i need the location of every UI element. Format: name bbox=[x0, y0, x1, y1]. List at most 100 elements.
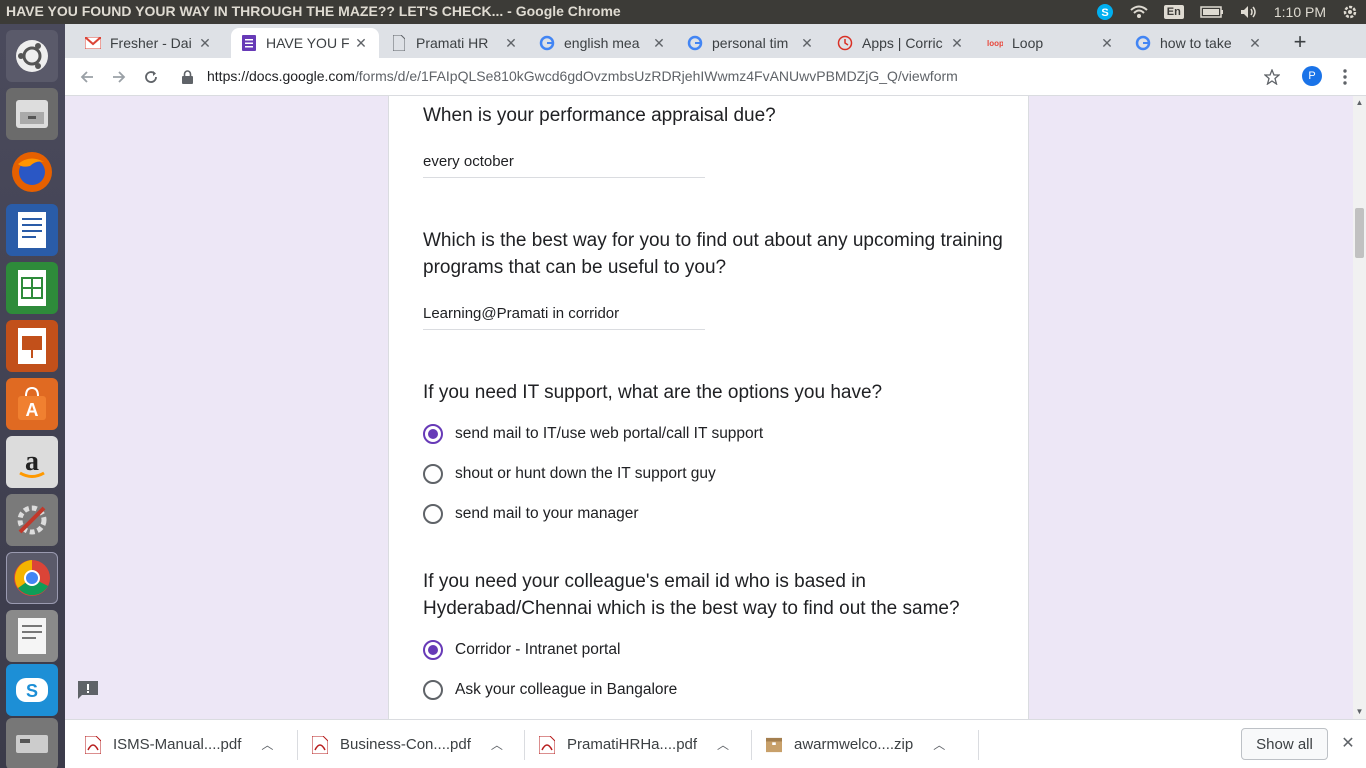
option-label: send mail to your manager bbox=[455, 505, 639, 522]
close-icon[interactable]: ✕ bbox=[503, 35, 519, 52]
reload-button[interactable] bbox=[139, 65, 163, 89]
tab-have-you-found[interactable]: HAVE YOU F ✕ bbox=[231, 28, 379, 58]
bookmark-star-icon[interactable] bbox=[1260, 65, 1284, 89]
menu-icon[interactable] bbox=[1333, 65, 1357, 89]
svg-text:S: S bbox=[1101, 7, 1108, 19]
close-icon[interactable]: ✕ bbox=[197, 35, 213, 52]
chevron-up-icon[interactable]: ︿ bbox=[491, 736, 503, 753]
calc-icon[interactable] bbox=[6, 262, 58, 314]
launcher: A a S bbox=[0, 24, 65, 768]
svg-text:A: A bbox=[26, 400, 39, 420]
tab-title: Fresher - Dai bbox=[110, 35, 192, 51]
new-tab-button[interactable]: + bbox=[1287, 30, 1313, 56]
download-item[interactable]: ISMS-Manual....pdf ︿ bbox=[85, 720, 273, 768]
close-icon[interactable]: ✕ bbox=[949, 35, 965, 52]
clock[interactable]: 1:10 PM bbox=[1274, 4, 1326, 20]
lock-icon[interactable] bbox=[179, 65, 195, 89]
chevron-up-icon[interactable]: ︿ bbox=[261, 736, 273, 753]
close-icon[interactable]: ✕ bbox=[1247, 35, 1263, 52]
close-icon[interactable]: ✕ bbox=[1338, 733, 1358, 753]
tab-how-to-take[interactable]: how to take ✕ bbox=[1125, 28, 1273, 58]
writer-icon[interactable] bbox=[6, 204, 58, 256]
question-title: When is your performance appraisal due? bbox=[423, 105, 776, 126]
scroll-up-arrow[interactable]: ▲ bbox=[1353, 98, 1366, 108]
chrome-icon[interactable] bbox=[6, 552, 58, 604]
files-icon[interactable] bbox=[6, 88, 58, 140]
download-item[interactable]: Business-Con....pdf ︿ bbox=[312, 720, 503, 768]
chevron-up-icon[interactable]: ︿ bbox=[717, 736, 729, 753]
tab-loop[interactable]: loop Loop ✕ bbox=[977, 28, 1125, 58]
wifi-icon[interactable] bbox=[1130, 5, 1148, 19]
radio-button-selected[interactable] bbox=[423, 424, 443, 444]
form-card: When is your performance appraisal due? … bbox=[388, 96, 1029, 719]
divider bbox=[524, 730, 525, 760]
google-icon bbox=[539, 35, 555, 51]
download-item[interactable]: PramatiHRHa....pdf ︿ bbox=[539, 720, 729, 768]
apps-icon bbox=[837, 35, 853, 51]
firefox-icon[interactable] bbox=[6, 146, 58, 198]
doc-icon bbox=[391, 35, 407, 51]
close-icon[interactable]: ✕ bbox=[353, 35, 369, 52]
url-host: https://docs.google.com bbox=[207, 68, 355, 84]
close-icon[interactable]: ✕ bbox=[651, 35, 667, 52]
forward-button[interactable] bbox=[107, 65, 131, 89]
gmail-icon bbox=[85, 35, 101, 51]
option-label: Ask your colleague in Bangalore bbox=[455, 681, 678, 698]
skype-icon[interactable]: S bbox=[6, 664, 58, 716]
chevron-up-icon[interactable]: ︿ bbox=[933, 736, 945, 753]
option-label: Corridor - Intranet portal bbox=[455, 641, 621, 658]
profile-avatar[interactable]: P bbox=[1302, 66, 1322, 86]
radio-option[interactable]: Ask your colleague in Bangalore bbox=[423, 680, 677, 700]
radio-option[interactable]: shout or hunt down the IT support guy bbox=[423, 464, 716, 484]
radio-button[interactable] bbox=[423, 504, 443, 524]
tab-title: personal tim bbox=[712, 35, 789, 51]
back-button[interactable] bbox=[75, 65, 99, 89]
scrollbar[interactable]: ▲ ▼ bbox=[1353, 96, 1366, 719]
divider bbox=[751, 730, 752, 760]
show-all-button[interactable]: Show all bbox=[1241, 728, 1328, 760]
close-icon[interactable]: ✕ bbox=[799, 35, 815, 52]
removable-drive-icon[interactable] bbox=[6, 718, 58, 768]
settings-gear-icon[interactable] bbox=[1342, 4, 1358, 20]
impress-icon[interactable] bbox=[6, 320, 58, 372]
text-editor-icon[interactable] bbox=[6, 610, 58, 662]
tab-title: how to take bbox=[1160, 35, 1232, 51]
tab-pramati-hr[interactable]: Pramati HR ✕ bbox=[381, 28, 529, 58]
dash-home-icon[interactable] bbox=[6, 30, 58, 82]
top-panel: HAVE YOU FOUND YOUR WAY IN THROUGH THE M… bbox=[0, 0, 1366, 24]
tab-personal-time[interactable]: personal tim ✕ bbox=[677, 28, 825, 58]
svg-text:loop: loop bbox=[987, 39, 1003, 48]
radio-button[interactable] bbox=[423, 464, 443, 484]
radio-option[interactable]: Corridor - Intranet portal bbox=[423, 640, 620, 660]
address-bar[interactable]: https://docs.google.com/forms/d/e/1FAIpQ… bbox=[207, 68, 958, 84]
volume-icon[interactable] bbox=[1240, 5, 1258, 19]
radio-button[interactable] bbox=[423, 680, 443, 700]
battery-icon[interactable] bbox=[1200, 6, 1224, 18]
radio-option[interactable]: send mail to your manager bbox=[423, 504, 639, 524]
window-title: HAVE YOU FOUND YOUR WAY IN THROUGH THE M… bbox=[6, 3, 621, 19]
browser-toolbar: https://docs.google.com/forms/d/e/1FAIpQ… bbox=[65, 58, 1366, 96]
tab-apps-corridor[interactable]: Apps | Corric ✕ bbox=[827, 28, 975, 58]
system-settings-icon[interactable] bbox=[6, 494, 58, 546]
tab-fresher[interactable]: Fresher - Dai ✕ bbox=[75, 28, 223, 58]
tab-english-meaning[interactable]: english mea ✕ bbox=[529, 28, 677, 58]
amazon-icon[interactable]: a bbox=[6, 436, 58, 488]
radio-button-selected[interactable] bbox=[423, 640, 443, 660]
keyboard-language-indicator[interactable]: En bbox=[1163, 5, 1184, 19]
tab-title: Pramati HR bbox=[416, 35, 489, 51]
pdf-file-icon bbox=[85, 735, 101, 754]
scroll-down-arrow[interactable]: ▼ bbox=[1353, 707, 1366, 717]
close-icon[interactable]: ✕ bbox=[1099, 35, 1115, 52]
download-item[interactable]: awarmwelco....zip ︿ bbox=[766, 720, 945, 768]
download-filename: ISMS-Manual....pdf bbox=[113, 736, 242, 753]
scrollbar-thumb[interactable] bbox=[1355, 208, 1364, 258]
radio-option[interactable]: send mail to IT/use web portal/call IT s… bbox=[423, 424, 763, 444]
appraisal-answer-input[interactable]: every october bbox=[423, 153, 705, 178]
forms-icon bbox=[241, 35, 257, 51]
tab-title: english mea bbox=[564, 35, 640, 51]
skype-tray-icon[interactable]: S bbox=[1096, 3, 1114, 21]
training-answer-input[interactable]: Learning@Pramati in corridor bbox=[423, 305, 705, 330]
feedback-icon[interactable] bbox=[77, 680, 99, 700]
software-center-icon[interactable]: A bbox=[6, 378, 58, 430]
tab-strip: Fresher - Dai ✕ HAVE YOU F ✕ Pramati HR … bbox=[65, 24, 1366, 58]
